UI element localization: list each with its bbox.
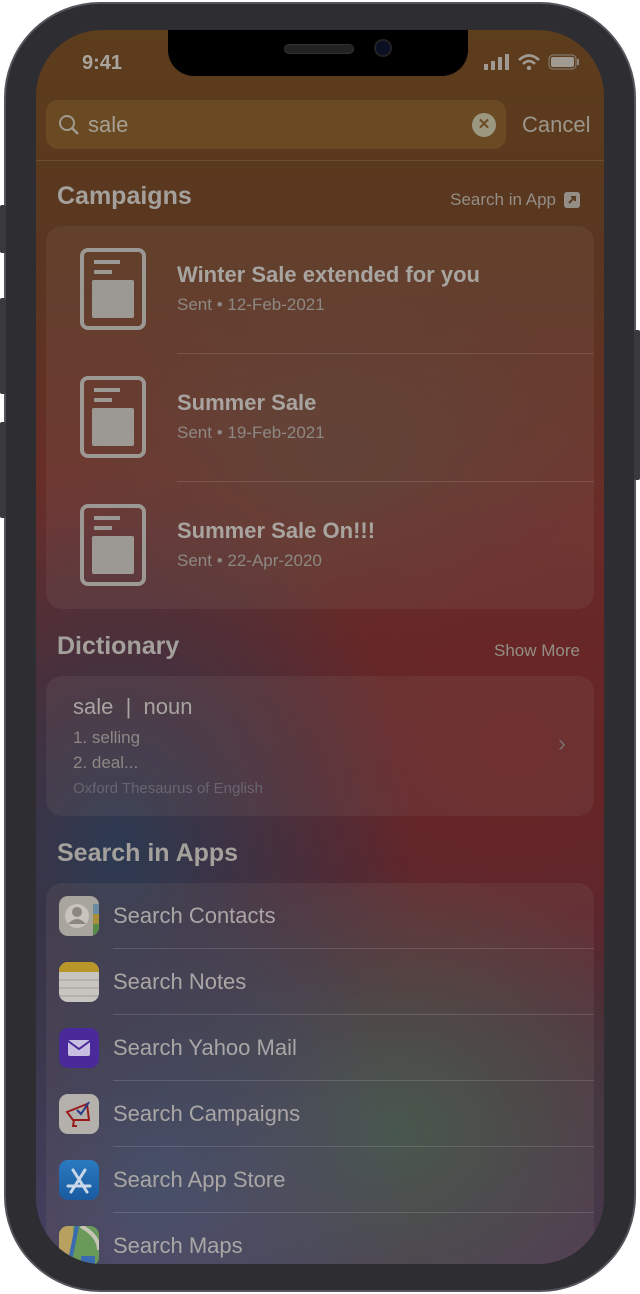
dictionary-source: Oxford Thesaurus of English [73, 780, 263, 797]
campaign-title: Winter Sale extended for you [177, 262, 480, 287]
status-icons [484, 54, 580, 70]
app-label: Search App Store [113, 1167, 286, 1192]
section-title-campaigns: Campaigns [57, 182, 192, 210]
chevron-right-icon: › [558, 730, 566, 757]
search-input[interactable]: sale [88, 112, 472, 138]
search-in-app-link[interactable]: Search in App [450, 190, 580, 210]
cancel-button[interactable]: Cancel [522, 112, 590, 138]
dictionary-card[interactable]: sale | noun 1. selling 2. deal... Oxford… [46, 676, 594, 816]
campaign-result[interactable]: Summer Sale On!!! Sent • 22-Apr-2020 [46, 482, 594, 610]
app-label: Search Notes [113, 969, 247, 994]
campaign-subtitle: Sent • 19-Feb-2021 [177, 423, 325, 442]
section-title-dictionary: Dictionary [57, 632, 180, 660]
app-label: Search Campaigns [113, 1101, 301, 1126]
yahoo-mail-icon [59, 1028, 99, 1068]
search-campaigns-item[interactable]: Search Campaigns [46, 1081, 594, 1147]
open-external-icon [564, 192, 580, 208]
camera [374, 39, 392, 57]
document-icon [80, 504, 146, 586]
signal-icon [484, 54, 509, 70]
maps-icon [59, 1226, 99, 1264]
app-label: Search Contacts [113, 903, 276, 928]
volume-down-button [0, 422, 6, 518]
volume-up-button [0, 298, 6, 394]
screen: 9:41 sale ✕ Cancel Campaigns Search in A… [36, 30, 604, 1264]
app-label: Search Yahoo Mail [113, 1035, 297, 1060]
campaign-subtitle: Sent • 12-Feb-2021 [177, 295, 325, 314]
campaign-result[interactable]: Summer Sale Sent • 19-Feb-2021 [46, 354, 594, 482]
document-icon [80, 376, 146, 458]
wifi-icon [518, 54, 540, 70]
status-time: 9:41 [82, 52, 123, 74]
show-more-link[interactable]: Show More [494, 641, 580, 661]
campaign-subtitle: Sent • 22-Apr-2020 [177, 551, 322, 570]
app-store-icon [59, 1160, 99, 1200]
search-in-app-label: Search in App [450, 190, 556, 209]
definition-1: 1. selling [73, 728, 141, 747]
search-icon [59, 114, 79, 135]
campaign-result[interactable]: Winter Sale extended for you Sent • 12-F… [46, 226, 594, 354]
search-maps-item[interactable]: Search Maps [46, 1213, 594, 1264]
apps-card: Search Contacts Search Notes Search Yaho… [46, 883, 594, 1264]
notes-icon [59, 962, 99, 1002]
battery-icon [548, 54, 579, 70]
dictionary-headword: sale | noun [73, 694, 193, 719]
search-contacts-item[interactable]: Search Contacts [46, 883, 594, 949]
definition-2: 2. deal... [73, 753, 139, 772]
mute-switch [0, 205, 6, 253]
clear-search-icon[interactable]: ✕ [472, 112, 496, 137]
campaign-title: Summer Sale On!!! [177, 518, 376, 543]
contacts-icon [59, 896, 99, 936]
speaker [284, 44, 354, 54]
search-app-store-item[interactable]: Search App Store [46, 1147, 594, 1213]
app-label: Search Maps [113, 1233, 243, 1258]
campaigns-card: Winter Sale extended for you Sent • 12-F… [46, 226, 594, 609]
section-title-search-in-apps: Search in Apps [57, 839, 239, 867]
search-field[interactable]: sale ✕ [46, 100, 506, 149]
power-button [634, 330, 640, 480]
campaigns-icon [59, 1094, 99, 1134]
campaign-title: Summer Sale [177, 390, 317, 415]
search-notes-item[interactable]: Search Notes [46, 949, 594, 1015]
document-icon [80, 248, 146, 330]
search-yahoo-mail-item[interactable]: Search Yahoo Mail [46, 1015, 594, 1081]
divider [36, 160, 604, 161]
